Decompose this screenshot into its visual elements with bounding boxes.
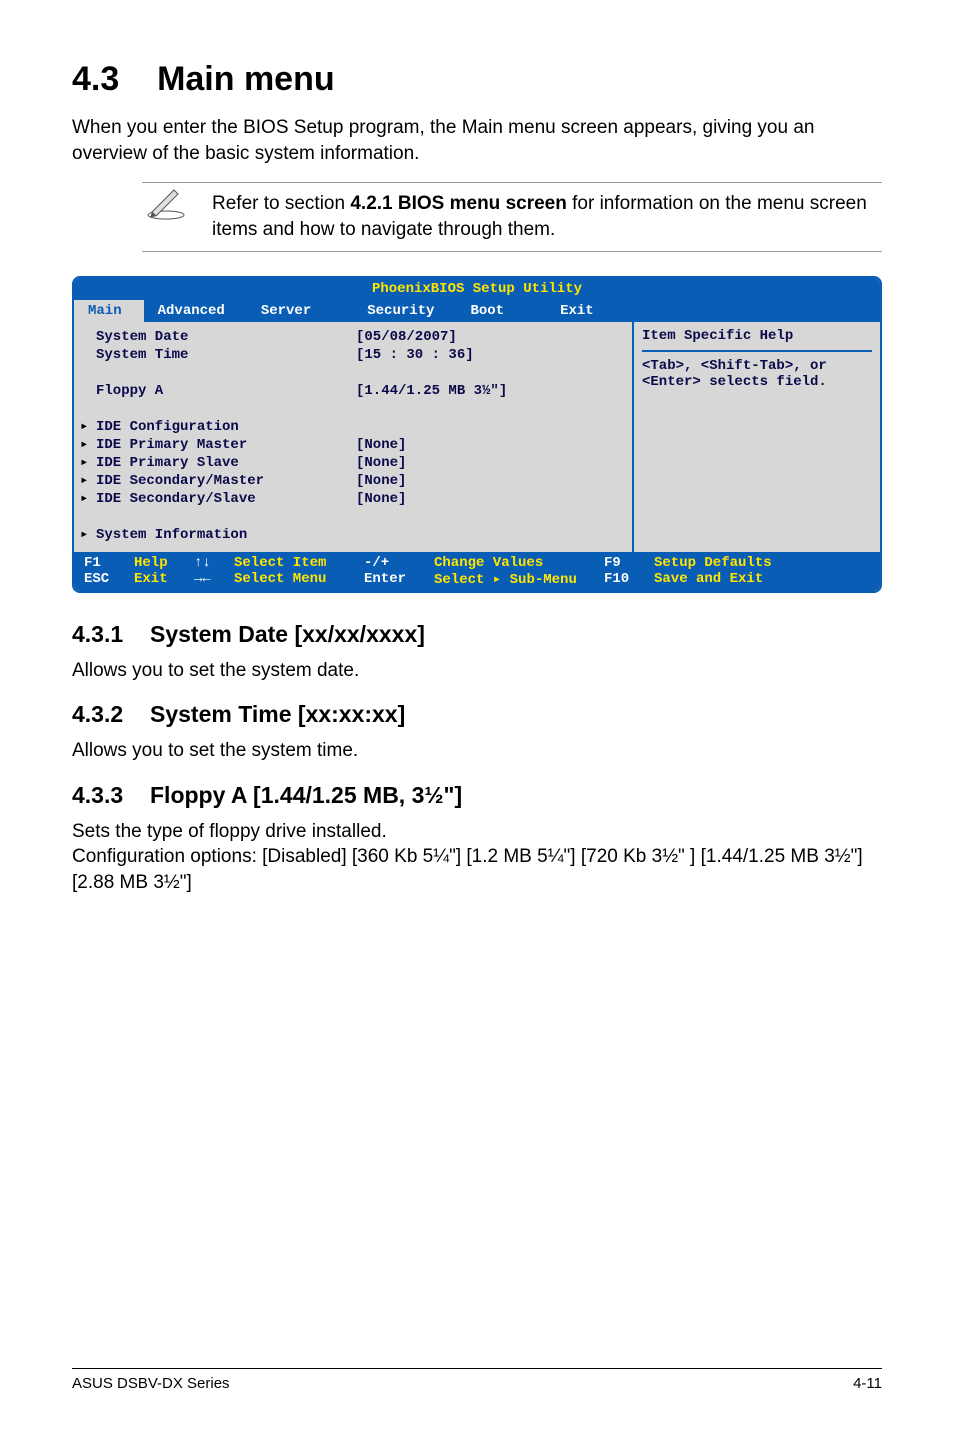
footer-save-exit: Save and Exit xyxy=(654,571,763,588)
tab-server[interactable]: Server xyxy=(247,300,333,322)
footer-exit: Exit xyxy=(134,571,194,588)
tab-advanced[interactable]: Advanced xyxy=(144,300,247,322)
footer-key-f1: F1 xyxy=(84,555,134,571)
tab-main[interactable]: Main xyxy=(74,300,144,322)
ide-secondary-master-value: [None] xyxy=(356,472,632,490)
footer-help: Help xyxy=(134,555,194,571)
tab-exit[interactable]: Exit xyxy=(546,300,616,322)
footer-key-f10: F10 xyxy=(604,571,654,588)
heading-title: Main menu xyxy=(157,60,335,98)
floppy-value[interactable]: [1.44/1.25 MB 3½"] xyxy=(356,382,632,400)
footer-updown: ↑↓ xyxy=(194,555,234,571)
ide-secondary-slave-label[interactable]: IDE Secondary/Slave xyxy=(96,490,356,508)
ide-primary-master-label[interactable]: IDE Primary Master xyxy=(96,436,356,454)
bios-screenshot: PhoenixBIOS Setup Utility Main Advanced … xyxy=(72,276,882,593)
ide-secondary-master-label[interactable]: IDE Secondary/Master xyxy=(96,472,356,490)
floppy-label: Floppy A xyxy=(96,382,356,400)
section-431-heading: 4.3.1System Date [xx/xx/xxxx] xyxy=(72,621,882,648)
section-432-body: Allows you to set the system time. xyxy=(72,738,882,764)
footer-select-menu: Select Menu xyxy=(234,571,364,588)
note-box: Refer to section 4.2.1 BIOS menu screen … xyxy=(142,182,882,251)
section-432-title: System Time [xx:xx:xx] xyxy=(150,701,405,727)
help-line-2: <Enter> selects field. xyxy=(642,374,872,390)
section-431-num: 4.3.1 xyxy=(72,621,150,648)
note-prefix: Refer to section xyxy=(212,193,350,214)
bios-title: PhoenixBIOS Setup Utility xyxy=(74,278,880,300)
system-time-label: System Time xyxy=(96,346,356,364)
bios-menubar: Main Advanced Server Security Boot Exit xyxy=(74,300,880,322)
footer-enter: Enter xyxy=(364,571,434,588)
section-431-title: System Date [xx/xx/xxxx] xyxy=(150,621,425,647)
footer-key-f9: F9 xyxy=(604,555,654,571)
footer-select-item: Select Item xyxy=(234,555,364,571)
ide-secondary-slave-value: [None] xyxy=(356,490,632,508)
tab-security[interactable]: Security xyxy=(353,300,456,322)
footer-change-values: Change Values xyxy=(434,555,604,571)
note-pen-icon xyxy=(144,184,188,225)
system-time-value[interactable]: [15 : 30 : 36] xyxy=(356,346,632,364)
help-line-1: <Tab>, <Shift-Tab>, or xyxy=(642,358,872,374)
section-433-title: Floppy A [1.44/1.25 MB, 3½"] xyxy=(150,782,462,808)
footer-page-number: 4-11 xyxy=(853,1375,882,1392)
section-433-num: 4.3.3 xyxy=(72,782,150,809)
footer-plusminus: -/+ xyxy=(364,555,434,571)
footer-leftright: →← xyxy=(194,571,234,588)
ide-primary-slave-label[interactable]: IDE Primary Slave xyxy=(96,454,356,472)
footer-key-esc: ESC xyxy=(84,571,134,588)
heading-number: 4.3 xyxy=(72,60,119,98)
system-information[interactable]: System Information xyxy=(96,526,356,544)
note-text: Refer to section 4.2.1 BIOS menu screen … xyxy=(212,191,882,242)
tab-boot[interactable]: Boot xyxy=(456,300,526,322)
section-431-body: Allows you to set the system date. xyxy=(72,658,882,684)
footer-setup-defaults: Setup Defaults xyxy=(654,555,772,571)
ide-primary-slave-value: [None] xyxy=(356,454,632,472)
section-433-body-1: Sets the type of floppy drive installed. xyxy=(72,819,882,845)
system-date-value[interactable]: [05/08/2007] xyxy=(356,328,632,346)
ide-primary-master-value: [None] xyxy=(356,436,632,454)
note-bold: 4.2.1 BIOS menu screen xyxy=(350,193,567,214)
section-432-heading: 4.3.2System Time [xx:xx:xx] xyxy=(72,701,882,728)
section-433-body-2: Configuration options: [Disabled] [360 K… xyxy=(72,844,882,895)
submenu-arrows: ▸▸▸▸▸ ▸ xyxy=(74,328,96,546)
bios-footer: F1 Help ↑↓ Select Item -/+ Change Values… xyxy=(74,552,880,591)
page-footer: ASUS DSBV-DX Series 4-11 xyxy=(72,1368,882,1392)
intro-paragraph: When you enter the BIOS Setup program, t… xyxy=(72,115,882,166)
section-433-heading: 4.3.3Floppy A [1.44/1.25 MB, 3½"] xyxy=(72,782,882,809)
ide-configuration[interactable]: IDE Configuration xyxy=(96,418,356,436)
footer-select-submenu: Select ▸ Sub-Menu xyxy=(434,571,604,588)
section-432-num: 4.3.2 xyxy=(72,701,150,728)
help-panel: Item Specific Help <Tab>, <Shift-Tab>, o… xyxy=(632,322,880,552)
main-heading: 4.3 Main menu xyxy=(72,60,882,99)
system-date-label: System Date xyxy=(96,328,356,346)
help-title: Item Specific Help xyxy=(642,328,872,352)
footer-product: ASUS DSBV-DX Series xyxy=(72,1375,230,1392)
